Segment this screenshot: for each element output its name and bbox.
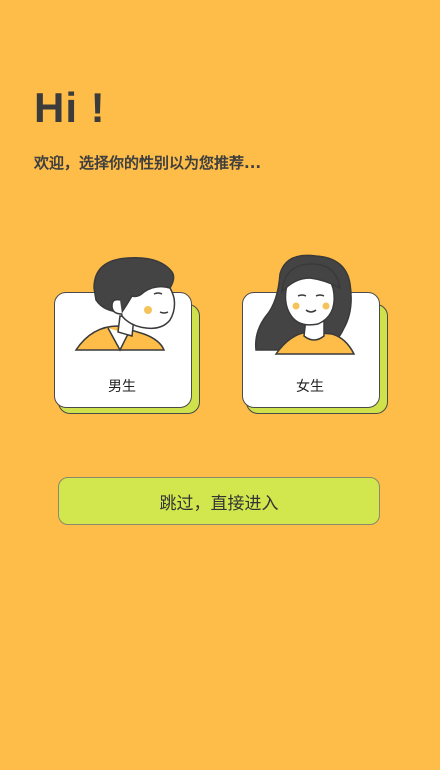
- gender-card-male[interactable]: 男生: [48, 254, 208, 424]
- gender-label-female: 女生: [296, 379, 324, 395]
- subtitle: 欢迎，选择你的性别以为您推荐...: [34, 154, 262, 172]
- gender-card-female[interactable]: 女生: [236, 254, 396, 424]
- skip-button[interactable]: 跳过，直接进入: [58, 477, 380, 525]
- greeting-title: Hi !: [34, 84, 106, 131]
- male-avatar-icon: [74, 257, 176, 352]
- female-avatar-icon: [254, 254, 356, 355]
- gender-label-male: 男生: [108, 379, 136, 395]
